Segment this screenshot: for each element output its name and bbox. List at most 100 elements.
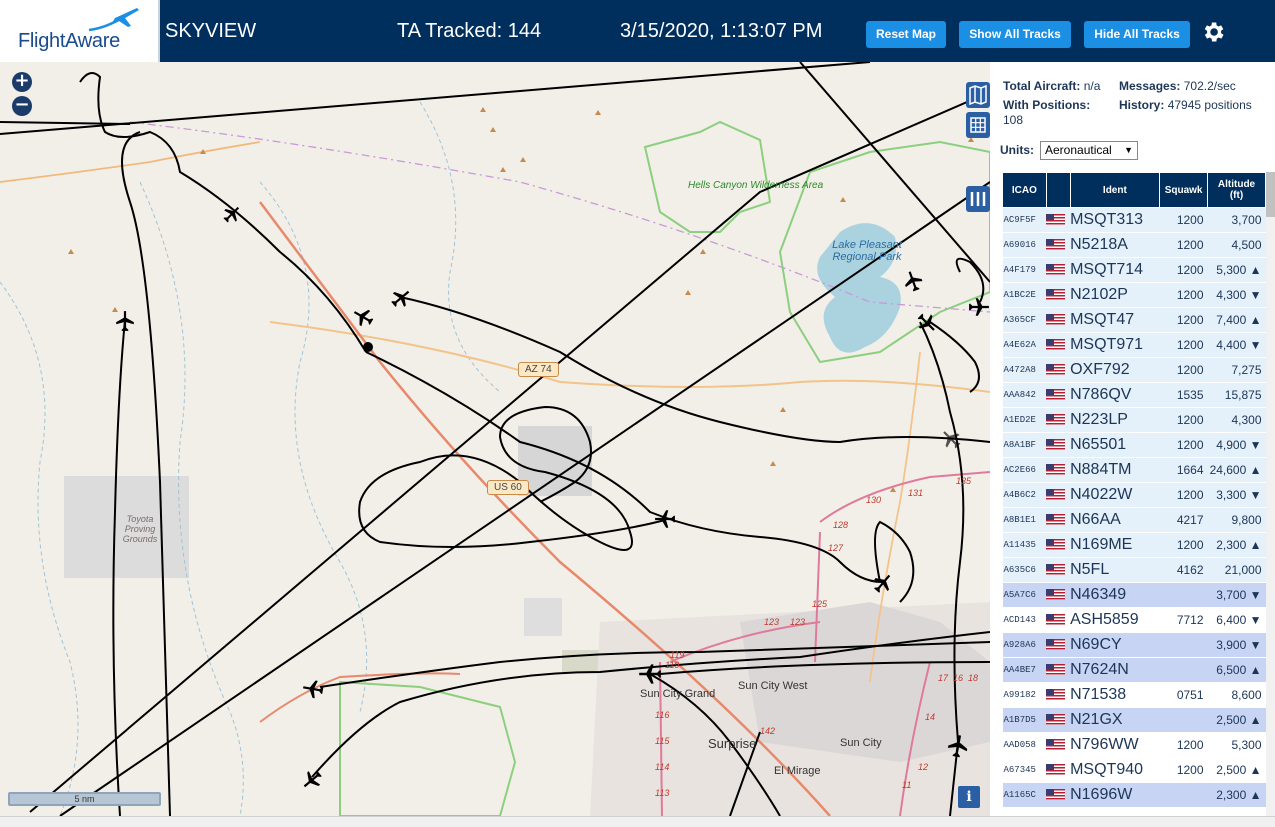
ident-cell: ASH5859 [1070, 607, 1160, 633]
aircraft-icon[interactable] [638, 662, 662, 686]
info-button[interactable]: i [958, 786, 980, 808]
reset-map-button[interactable]: Reset Map [866, 21, 946, 48]
table-row[interactable]: A67345 MSQT940 1200 2,500 ▲ [1002, 757, 1266, 783]
col-icao[interactable]: ICAO [1002, 172, 1047, 208]
aircraft-icon[interactable] [352, 306, 374, 328]
table-row[interactable]: A8B1E1 N66AA 4217 9,800 [1002, 507, 1266, 533]
quarry-area [524, 598, 562, 636]
us-flag-icon [1046, 439, 1066, 450]
aircraft-icon[interactable] [916, 312, 938, 334]
ident-cell: N223LP [1070, 407, 1160, 433]
us-flag-icon [1046, 389, 1066, 400]
grid-toggle-button[interactable] [966, 112, 990, 138]
flag-cell [1046, 257, 1071, 283]
road-number: 116 [655, 710, 670, 720]
top-header: FlightAware SKYVIEW TA Tracked: 144 3/15… [0, 0, 1275, 62]
table-row[interactable]: A4F179 MSQT714 1200 5,300 ▲ [1002, 257, 1266, 283]
table-row[interactable]: AA4BE7 N7624N 6,500 ▲ [1002, 657, 1266, 683]
tracked-count: TA Tracked: 144 [397, 20, 542, 42]
table-row[interactable]: AAA842 N786QV 1535 15,875 [1002, 382, 1266, 408]
squawk-cell: 0751 [1159, 682, 1208, 708]
ident-cell: N66AA [1070, 507, 1160, 533]
table-row[interactable]: A5A7C6 N46349 3,700 ▼ [1002, 582, 1266, 608]
aircraft-icon[interactable] [946, 734, 970, 758]
table-row[interactable]: A1BC2E N2102P 1200 4,300 ▼ [1002, 282, 1266, 308]
squawk-cell: 1200 [1159, 282, 1208, 308]
map-layer-button[interactable] [966, 82, 990, 108]
map-view[interactable]: Hells Canyon Wilderness Area Lake Pleasa… [0, 62, 990, 816]
az-74-shield: AZ 74 [518, 362, 559, 377]
table-row[interactable]: A472A8 OXF792 1200 7,275 [1002, 357, 1266, 383]
flightaware-logo[interactable]: FlightAware [0, 0, 160, 62]
ident-cell: N1696W [1070, 782, 1160, 808]
zoom-in-button[interactable]: + [12, 72, 32, 92]
table-row[interactable]: AAD058 N796WW 1200 5,300 [1002, 732, 1266, 758]
aircraft-icon[interactable] [968, 296, 990, 318]
toyota-label: Toyota Proving Grounds [122, 514, 158, 544]
col-altitude[interactable]: Altitude (ft) [1207, 172, 1266, 208]
squawk-cell [1159, 782, 1208, 808]
us-flag-icon [1046, 289, 1066, 300]
table-row[interactable]: A1165C N1696W 2,300 ▲ [1002, 782, 1266, 808]
table-row[interactable]: A8A1BF N65501 1200 4,900 ▼ [1002, 432, 1266, 458]
aircraft-icon[interactable] [114, 310, 136, 332]
road-number: 14 [925, 712, 936, 722]
units-select[interactable]: Aeronautical ▼ [1040, 141, 1138, 160]
zoom-out-button[interactable]: − [12, 96, 32, 116]
table-row[interactable]: A4E62A MSQT971 1200 4,400 ▼ [1002, 332, 1266, 358]
table-row[interactable]: A1ED2E N223LP 1200 4,300 [1002, 407, 1266, 433]
map-canvas[interactable] [0, 62, 990, 816]
wash [259, 181, 368, 713]
altitude-cell: 5,300 ▲ [1207, 257, 1266, 283]
table-row[interactable]: A365CF MSQT47 1200 7,400 ▲ [1002, 307, 1266, 333]
aircraft-icon[interactable] [940, 428, 962, 450]
squawk-cell: 7712 [1159, 607, 1208, 633]
table-row[interactable]: A1B7D5 N21GX 2,500 ▲ [1002, 707, 1266, 733]
flag-cell [1046, 557, 1071, 583]
datetime: 3/15/2020, 1:13:07 PM [620, 20, 823, 42]
aircraft-icon[interactable] [902, 270, 924, 292]
flag-cell [1046, 707, 1071, 733]
icao-cell: A8A1BF [1002, 432, 1047, 458]
aircraft-icon[interactable] [222, 204, 242, 224]
table-row[interactable]: A11435 N169ME 1200 2,300 ▲ [1002, 532, 1266, 558]
aircraft-icon[interactable] [302, 678, 324, 700]
sidebar-scroll-thumb[interactable] [1266, 172, 1275, 217]
icao-cell: A1ED2E [1002, 407, 1047, 433]
squawk-cell: 1200 [1159, 432, 1208, 458]
col-squawk[interactable]: Squawk [1159, 172, 1209, 208]
ident-cell: N884TM [1070, 457, 1160, 483]
flag-cell [1046, 307, 1071, 333]
aircraft-icon[interactable] [654, 508, 676, 530]
gear-icon[interactable] [1200, 19, 1226, 45]
aircraft-markers [363, 342, 373, 352]
aircraft-icon[interactable] [872, 572, 894, 594]
icao-cell: A99182 [1002, 682, 1047, 708]
table-row[interactable]: A635C6 N5FL 4162 21,000 [1002, 557, 1266, 583]
hide-all-tracks-button[interactable]: Hide All Tracks [1084, 21, 1190, 48]
col-ident[interactable]: Ident [1069, 172, 1161, 208]
aircraft-icon[interactable] [390, 287, 412, 309]
table-row[interactable]: A928A6 N69CY 3,900 ▼ [1002, 632, 1266, 658]
squawk-cell [1159, 582, 1208, 608]
aircraft-icon[interactable] [301, 769, 323, 791]
sidebar-scrollbar[interactable] [1266, 172, 1275, 816]
with-positions-stat: With Positions: 108 [1003, 98, 1113, 128]
table-row[interactable]: A69016 N5218A 1200 4,500 [1002, 232, 1266, 258]
columns-toggle-button[interactable] [966, 186, 990, 212]
table-row[interactable]: A99182 N71538 0751 8,600 [1002, 682, 1266, 708]
table-row[interactable]: A4B6C2 N4022W 1200 3,300 ▼ [1002, 482, 1266, 508]
table-row[interactable]: AC9F5F MSQT313 1200 3,700 [1002, 207, 1266, 233]
bottom-strip [0, 816, 1275, 827]
altitude-cell: 3,900 ▼ [1207, 632, 1266, 658]
icao-cell: AA4BE7 [1002, 657, 1047, 683]
icao-cell: A4B6C2 [1002, 482, 1047, 508]
flag-cell [1046, 682, 1071, 708]
ident-cell: N7624N [1070, 657, 1160, 683]
history-label: History: [1119, 98, 1165, 112]
show-all-tracks-button[interactable]: Show All Tracks [959, 21, 1071, 48]
table-row[interactable]: ACD143 ASH5859 7712 6,400 ▼ [1002, 607, 1266, 633]
ident-cell: N5218A [1070, 232, 1160, 258]
flag-cell [1046, 657, 1071, 683]
table-row[interactable]: AC2E66 N884TM 1664 24,600 ▲ [1002, 457, 1266, 483]
